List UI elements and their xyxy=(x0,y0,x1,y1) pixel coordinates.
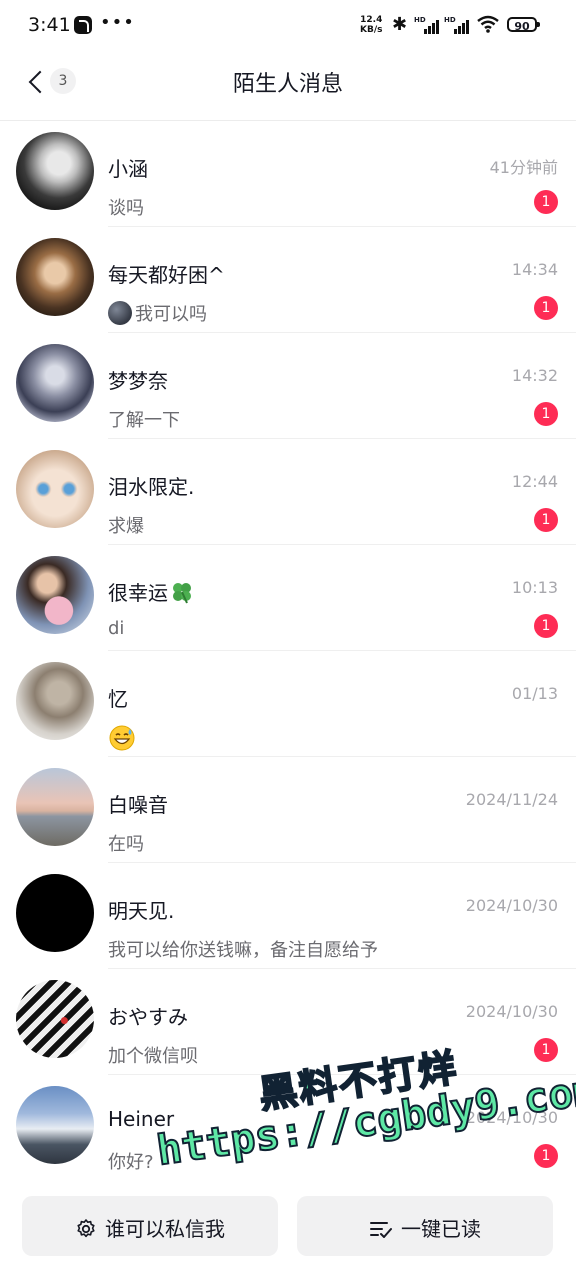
sender-name-text: 很幸运 xyxy=(108,581,168,605)
message-row[interactable]: 小涵 谈吗 41分钟前 1 xyxy=(0,121,576,227)
message-time: 2024/10/30 xyxy=(465,896,558,915)
avatar[interactable] xyxy=(16,238,94,316)
message-row[interactable]: 忆 01/13 xyxy=(0,651,576,757)
avatar[interactable] xyxy=(16,662,94,740)
message-time: 41分钟前 xyxy=(489,158,558,177)
message-row[interactable]: 每天都好困^ 我可以吗 14:34 1 xyxy=(0,227,576,333)
mark-all-read-button[interactable]: 一键已读 xyxy=(297,1196,553,1256)
message-time: 14:34 xyxy=(511,260,558,279)
message-preview xyxy=(108,724,136,752)
page-title: 陌生人消息 xyxy=(232,72,343,97)
avatar[interactable] xyxy=(16,450,94,528)
message-time: 2024/11/24 xyxy=(465,790,558,809)
sender-name: 小涵 xyxy=(108,157,148,181)
unread-badge: 1 xyxy=(534,402,558,426)
bottom-action-bar: 谁可以私信我 一键已读 xyxy=(0,1186,576,1280)
who-can-message-me-label: 谁可以私信我 xyxy=(105,1217,225,1241)
message-row[interactable]: 梦梦奈 了解一下 14:32 1 xyxy=(0,333,576,439)
sender-name: 明天见. xyxy=(108,899,175,923)
avatar[interactable] xyxy=(16,1086,94,1164)
message-row[interactable]: 泪水限定. 求爆 12:44 1 xyxy=(0,439,576,545)
unread-badge: 1 xyxy=(534,614,558,638)
bluetooth-icon: ✱ xyxy=(392,14,408,35)
network-speed: 12.4 KB/s xyxy=(360,15,382,35)
sender-name: おやすみ xyxy=(108,1005,188,1029)
avatar[interactable] xyxy=(16,556,94,634)
message-preview: 我可以给你送钱嘛，备注自愿给予 xyxy=(108,940,378,961)
sender-name: 泪水限定. xyxy=(108,475,195,499)
mark-read-list-icon xyxy=(370,1222,392,1238)
message-row[interactable]: 明天见. 我可以给你送钱嘛，备注自愿给予 2024/10/30 xyxy=(0,863,576,969)
avatar[interactable] xyxy=(16,344,94,422)
unread-badge: 1 xyxy=(534,508,558,532)
sender-name: 忆 xyxy=(108,687,128,711)
message-time: 14:32 xyxy=(511,366,558,385)
message-preview: 我可以吗 xyxy=(108,300,207,326)
unread-badge: 1 xyxy=(534,190,558,214)
sender-name: 很幸运 xyxy=(108,577,194,606)
message-row[interactable]: 白噪音 在吗 2024/11/24 xyxy=(0,757,576,863)
message-time: 01/13 xyxy=(511,684,558,703)
unread-badge: 1 xyxy=(534,1144,558,1168)
battery-indicator: 90 xyxy=(507,17,540,33)
message-time: 2024/10/30 xyxy=(465,1002,558,1021)
sender-name: 梦梦奈 xyxy=(108,369,168,393)
wifi-icon xyxy=(477,15,499,33)
sender-name: 白噪音 xyxy=(108,793,168,817)
avatar[interactable] xyxy=(16,980,94,1058)
network-speed-unit: KB/s xyxy=(360,25,383,35)
message-preview: 你好? xyxy=(108,1152,154,1173)
avatar[interactable] xyxy=(16,874,94,952)
message-preview: 求爆 xyxy=(108,516,144,537)
tiktok-notification-icon xyxy=(74,16,92,34)
sticker-emoji-icon xyxy=(108,301,132,325)
four-leaf-clover-icon xyxy=(173,583,191,604)
gear-icon xyxy=(77,1219,95,1238)
network-speed-value: 12.4 xyxy=(360,15,383,25)
mark-all-read-label: 一键已读 xyxy=(401,1217,481,1241)
hd-label-1: HD xyxy=(414,16,426,24)
signal-icon-1: HD xyxy=(414,16,440,34)
nav-bar: 3 陌生人消息 xyxy=(0,52,576,121)
who-can-message-me-button[interactable]: 谁可以私信我 xyxy=(22,1196,278,1256)
avatar[interactable] xyxy=(16,132,94,210)
avatar[interactable] xyxy=(16,768,94,846)
message-time: 12:44 xyxy=(511,472,558,491)
unread-badge: 1 xyxy=(534,1038,558,1062)
hd-label-2: HD xyxy=(444,16,456,24)
signal-icon-2: HD xyxy=(444,16,470,34)
message-preview-text: 我可以吗 xyxy=(135,304,207,325)
message-preview: 在吗 xyxy=(108,834,144,855)
status-bar: 3:41 ••• 12.4 KB/s ✱ HD HD 90 xyxy=(0,0,576,52)
sender-name: 每天都好困^ xyxy=(108,263,225,287)
unread-badge: 1 xyxy=(534,296,558,320)
message-row[interactable]: 很幸运 di 10:13 1 xyxy=(0,545,576,651)
message-preview: di xyxy=(108,618,125,639)
message-preview: 加个微信呗 xyxy=(108,1046,198,1067)
status-time: 3:41 xyxy=(28,14,71,36)
grinning-sweat-emoji-icon xyxy=(109,725,135,751)
message-preview: 了解一下 xyxy=(108,410,180,431)
more-notifications-icon: ••• xyxy=(100,12,135,33)
message-time: 10:13 xyxy=(511,578,558,597)
message-preview: 谈吗 xyxy=(108,198,144,219)
